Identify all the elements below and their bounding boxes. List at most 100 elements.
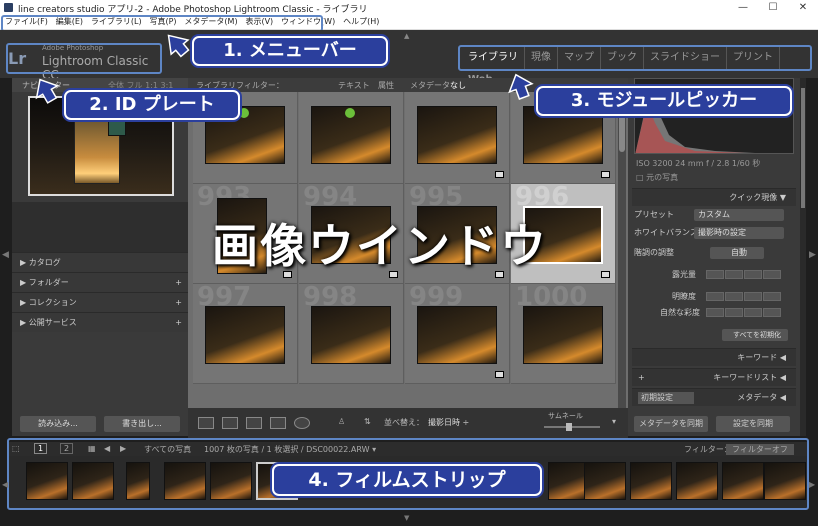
filter-attribute[interactable]: 属性 [378, 80, 394, 91]
thumbnail-size-label: サムネール [548, 412, 583, 420]
callout-filmstrip: 4. フィルムストリップ [272, 464, 542, 496]
idplate-highlight [6, 43, 162, 74]
reset-all-button[interactable]: すべてを初期化 [722, 329, 788, 341]
clarity-label: 明瞭度 [672, 292, 696, 301]
thumbnail-slider-handle[interactable] [566, 423, 572, 431]
preset-label: プリセット [634, 210, 674, 219]
original-photo-toggle[interactable]: □ 元の写真 [636, 172, 678, 183]
filter-text[interactable]: テキスト [338, 80, 370, 91]
quick-develop-label: クイック現像 [729, 193, 778, 202]
collapse-bottom-icon[interactable]: ▼ [404, 514, 409, 522]
people-view-icon[interactable] [294, 417, 310, 429]
keyword-list-header[interactable]: + キーワードリスト ◀ [632, 368, 796, 386]
image-window-label: 画像ウインドウ [212, 219, 548, 273]
add-keyword-icon[interactable]: + [638, 369, 645, 387]
thumbnail [311, 306, 391, 364]
catalog-label: カタログ [28, 258, 61, 267]
white-balance-row: ホワイトバランス 撮影時の設定 [632, 226, 796, 240]
callout-menubar: 1. メニューバー [192, 36, 388, 66]
metadata-label: メタデータ [737, 393, 778, 402]
filter-none[interactable]: なし [450, 80, 466, 91]
left-panel-toggle-icon[interactable]: ◀ [2, 250, 9, 260]
edited-badge-icon [601, 171, 610, 178]
thumbnail-slider[interactable] [544, 423, 600, 431]
window-title: line creators studio アプリ-2 - Adobe Photo… [18, 5, 368, 15]
reset-row: すべてを初期化 [632, 328, 796, 342]
grid-toolbar: ♙ ⇅ 並べ替え： 撮影日時 ÷ サムネール ▾ [188, 408, 628, 438]
sort-value[interactable]: 撮影日時 ÷ [428, 417, 469, 428]
quick-develop-header[interactable]: クイック現像 ▼ [632, 188, 796, 206]
left-panel: ナビゲーター 全体 フル 1:1 3:1 ▶ カタログ ▶ フォルダー+ ▶ コ… [12, 78, 188, 436]
filmstrip-left-icon[interactable]: ◀ [2, 480, 8, 489]
preset-row: プリセット カスタム [632, 208, 796, 222]
section-catalog[interactable]: ▶ カタログ [12, 252, 188, 272]
clarity-buttons[interactable] [706, 292, 782, 302]
title-bar: line creators studio アプリ-2 - Adobe Photo… [0, 0, 818, 15]
keywords-header[interactable]: キーワード ◀ [632, 348, 796, 366]
grid-scrollbar[interactable] [618, 92, 626, 408]
add-publish-icon[interactable]: + [175, 313, 182, 333]
wb-select[interactable]: 撮影時の設定 [694, 227, 784, 239]
metadata-header[interactable]: 初期設定 メタデータ ◀ [632, 388, 796, 406]
collapse-top-icon[interactable]: ▲ [404, 32, 409, 40]
grid-cell[interactable] [405, 92, 510, 184]
maximize-button[interactable]: ☐ [758, 0, 788, 15]
section-folders[interactable]: ▶ フォルダー + [12, 272, 188, 292]
grid-cell[interactable] [299, 92, 404, 184]
publish-label: 公開サービス [28, 318, 77, 327]
preset-select[interactable]: カスタム [694, 209, 784, 221]
toolbar-menu-icon[interactable]: ▾ [612, 417, 616, 426]
callout-menubar-arrow [167, 34, 190, 58]
exposure-label: 露光量 [672, 270, 696, 279]
map-pin-icon [239, 108, 249, 118]
right-scroll-thumb[interactable] [801, 88, 805, 208]
sync-settings-button[interactable]: 設定を同期 [716, 416, 790, 432]
collections-label: コレクション [28, 298, 77, 307]
thumbnail [205, 306, 285, 364]
add-collection-icon[interactable]: + [175, 293, 182, 313]
vibrance-buttons[interactable] [706, 308, 782, 318]
exposure-buttons[interactable] [706, 270, 782, 280]
callout-module-arrow [508, 73, 534, 100]
close-button[interactable]: ✕ [788, 0, 818, 15]
scroll-thumb[interactable] [619, 112, 625, 152]
import-button[interactable]: 読み込み... [20, 416, 96, 432]
grid-cell[interactable]: 999 [405, 284, 510, 384]
compare-view-icon[interactable] [246, 417, 262, 429]
callout-module-picker: 3. モジュールピッカー [536, 86, 792, 116]
loupe-view-icon[interactable] [222, 417, 238, 429]
original-photo-label: 元の写真 [646, 173, 679, 182]
app-icon [4, 3, 13, 12]
section-collections[interactable]: ▶ コレクション + [12, 292, 188, 312]
filter-metadata[interactable]: メタデータ [410, 80, 450, 91]
auto-tone-button[interactable]: 自動 [710, 247, 764, 259]
right-panel-toggle-icon[interactable]: ▶ [809, 250, 816, 260]
grid-cell[interactable]: 998 [299, 284, 404, 384]
thumbnail [523, 306, 603, 364]
menu-help[interactable]: ヘルプ(H) [343, 15, 379, 29]
folders-label: フォルダー [28, 278, 69, 287]
add-folder-icon[interactable]: + [175, 273, 182, 293]
edited-badge-icon [601, 271, 610, 278]
metadata-preset-select[interactable]: 初期設定 [638, 392, 694, 404]
exposure-row: 露光量 [632, 268, 796, 282]
right-panel-scrollbar[interactable] [800, 78, 806, 436]
tone-row: 階調の調整 自動 [632, 246, 796, 260]
sync-metadata-button[interactable]: メタデータを同期 [634, 416, 708, 432]
grid-cell[interactable]: 1000 [511, 284, 616, 384]
vibrance-label: 自然な彩度 [660, 308, 700, 317]
exif-info: ISO 3200 24 mm f / 2.8 1/60 秒 [636, 159, 761, 168]
wb-label: ホワイトバランス [634, 228, 698, 237]
grid-view-icon[interactable] [198, 417, 214, 429]
export-button[interactable]: 書き出し... [104, 416, 180, 432]
painter-icon[interactable]: ♙ [338, 417, 345, 426]
minimize-button[interactable]: — [728, 0, 758, 15]
vibrance-row: 自然な彩度 [632, 306, 796, 320]
sort-direction-icon[interactable]: ⇅ [364, 417, 371, 426]
survey-view-icon[interactable] [270, 417, 286, 429]
section-publish[interactable]: ▶ 公開サービス + [12, 312, 188, 332]
filmstrip-right-icon[interactable]: ▶ [809, 480, 815, 489]
keywords-label: キーワード [737, 353, 778, 362]
map-pin-icon [345, 108, 355, 118]
grid-cell[interactable]: 997 [193, 284, 298, 384]
